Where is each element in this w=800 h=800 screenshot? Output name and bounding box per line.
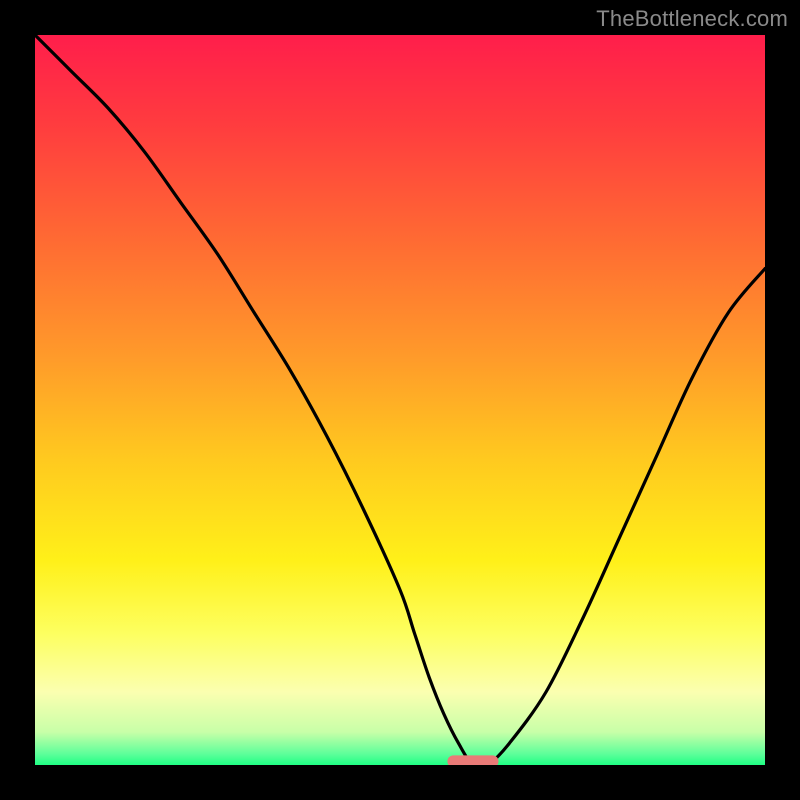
- plot-area: [35, 35, 765, 765]
- optimal-range-marker: [447, 755, 498, 765]
- watermark-text: TheBottleneck.com: [596, 6, 788, 32]
- chart-frame: TheBottleneck.com: [0, 0, 800, 800]
- curve-layer: [35, 35, 765, 765]
- bottleneck-curve: [35, 35, 765, 765]
